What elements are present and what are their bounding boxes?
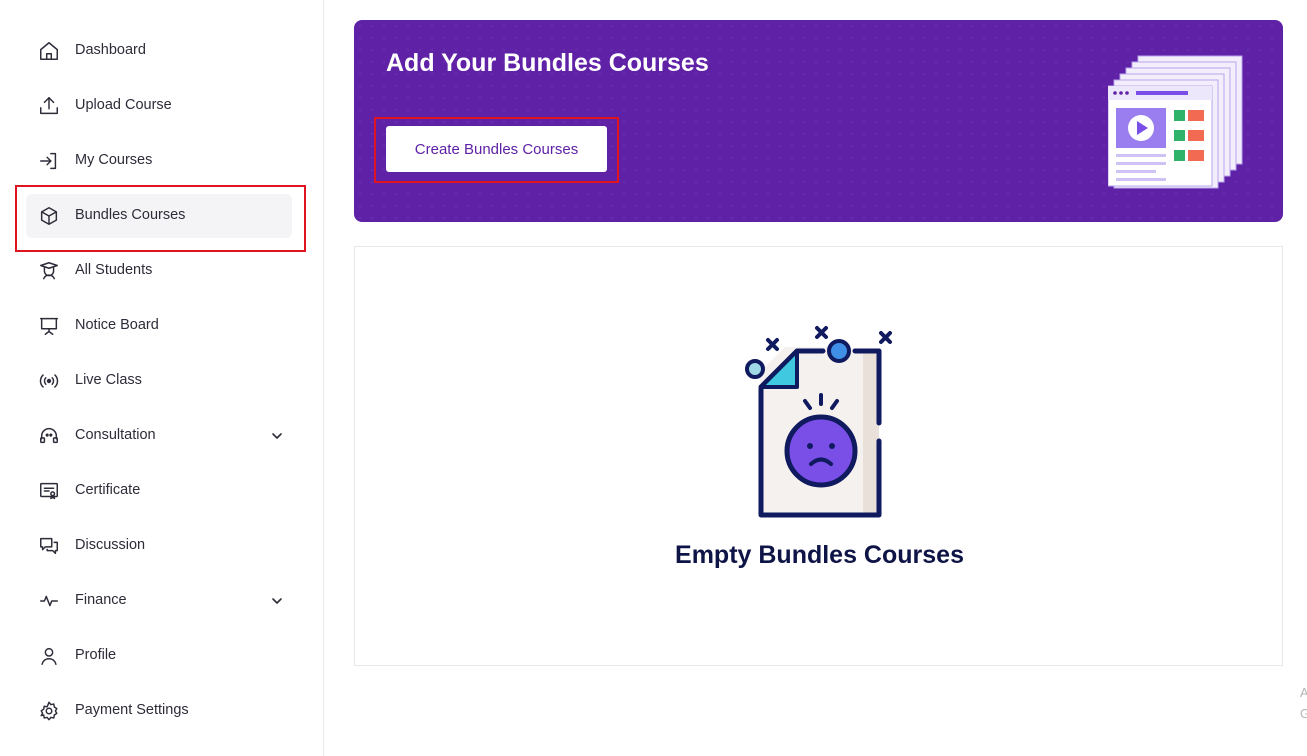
chevron-down-icon[interactable] — [270, 594, 284, 608]
create-bundles-courses-button[interactable]: Create Bundles Courses — [386, 126, 607, 172]
sidebar-item-label: Payment Settings — [75, 702, 189, 718]
user-icon — [38, 645, 60, 667]
sidebar-item-certificate[interactable]: Certificate — [26, 469, 292, 513]
sidebar-item-label: Certificate — [75, 482, 141, 498]
sidebar-item-label: Dashboard — [75, 42, 146, 58]
sidebar-item-notice-board[interactable]: Notice Board — [26, 304, 292, 348]
certificate-icon — [38, 480, 60, 502]
sidebar-item-label: Live Class — [75, 372, 142, 388]
box-icon — [38, 205, 60, 227]
sidebar-item-discussion[interactable]: Discussion — [26, 524, 292, 568]
sign-in-icon — [38, 150, 60, 172]
upload-icon — [38, 95, 60, 117]
edge-text-line: A — [1300, 685, 1307, 700]
sidebar-item-bundles-courses[interactable]: Bundles Courses — [26, 194, 292, 238]
board-icon — [38, 315, 60, 337]
empty-document-illustration — [745, 326, 892, 518]
bundles-banner: Add Your Bundles Courses Create Bundles … — [354, 20, 1283, 222]
gear-icon — [38, 700, 60, 722]
sidebar-item-label: All Students — [75, 262, 153, 278]
empty-state-message: Empty Bundles Courses — [675, 541, 964, 569]
sidebar-item-payment-settings[interactable]: Payment Settings — [26, 689, 292, 733]
sidebar-item-profile[interactable]: Profile — [26, 634, 292, 678]
sidebar-item-live-class[interactable]: Live Class — [26, 359, 292, 403]
chat-icon — [38, 535, 60, 557]
sidebar-item-my-courses[interactable]: My Courses — [26, 139, 292, 183]
banner-title: Add Your Bundles Courses — [386, 49, 709, 77]
empty-state-card: Empty Bundles Courses — [354, 246, 1283, 666]
student-icon — [38, 260, 60, 282]
broadcast-icon — [38, 370, 60, 392]
headset-icon — [38, 425, 60, 447]
sidebar: Dashboard Upload Course My Courses Bundl… — [0, 0, 324, 756]
sidebar-item-finance[interactable]: Finance — [26, 579, 292, 623]
video-pages-illustration — [1108, 55, 1243, 189]
edge-text: A G — [1300, 682, 1307, 724]
sidebar-item-consultation[interactable]: Consultation — [26, 414, 292, 458]
pulse-icon — [38, 590, 60, 612]
sidebar-item-label: Finance — [75, 592, 127, 608]
sidebar-item-label: Notice Board — [75, 317, 159, 333]
sidebar-item-label: Upload Course — [75, 97, 172, 113]
sidebar-item-label: My Courses — [75, 152, 153, 168]
sidebar-item-label: Consultation — [75, 427, 156, 443]
sidebar-item-dashboard[interactable]: Dashboard — [26, 29, 292, 73]
edge-text-line: G — [1300, 706, 1307, 721]
sidebar-item-all-students[interactable]: All Students — [26, 249, 292, 293]
sidebar-item-label: Discussion — [75, 537, 146, 553]
home-icon — [38, 40, 60, 62]
sidebar-item-upload-course[interactable]: Upload Course — [26, 84, 292, 128]
sidebar-item-label: Bundles Courses — [75, 207, 186, 223]
sidebar-item-label: Profile — [75, 647, 117, 663]
chevron-down-icon[interactable] — [270, 429, 284, 443]
